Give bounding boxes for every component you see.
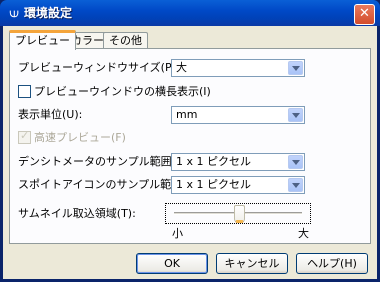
preview-tab-panel: プレビューウィンドウサイズ(P): 大 プレビューウインドウの横長表示(I) 表…: [9, 48, 371, 244]
fast-preview-checkbox[interactable]: [18, 129, 31, 144]
chevron-down-icon[interactable]: [288, 61, 303, 75]
eyedropper-select[interactable]: 1 x 1 ピクセル: [171, 176, 305, 194]
chevron-down-icon[interactable]: [288, 178, 303, 192]
densitometer-label: デンシトメータのサンプル範囲(D):: [18, 155, 193, 168]
landscape-checkbox[interactable]: [18, 85, 31, 98]
display-unit-select[interactable]: mm: [171, 106, 305, 124]
tab-preview[interactable]: プレビュー: [9, 30, 76, 50]
window-title: 環境設定: [24, 6, 73, 20]
slider-min-label: 小: [172, 227, 183, 240]
preview-size-label: プレビューウィンドウサイズ(P):: [18, 61, 180, 74]
display-unit-label: 表示単位(U):: [18, 108, 83, 121]
thumbnail-area-label: サムネイル取込領域(T):: [18, 207, 136, 220]
dialog-body: プレビュー カラー その他 プレビューウィンドウサイズ(P): 大 プレビューウ…: [3, 26, 377, 279]
densitometer-select[interactable]: 1 x 1 ピクセル: [171, 153, 305, 171]
densitometer-value: 1 x 1 ピクセル: [176, 155, 251, 168]
title-bar[interactable]: ⟒ 環境設定 ✕: [0, 0, 380, 26]
slider-max-label: 大: [298, 227, 309, 240]
eyedropper-value: 1 x 1 ピクセル: [176, 178, 251, 191]
chevron-down-icon[interactable]: [288, 155, 303, 169]
chevron-down-icon[interactable]: [288, 108, 303, 122]
fast-preview-label: 高速プレビュー(F): [34, 131, 126, 144]
preview-size-value: 大: [176, 61, 187, 74]
display-unit-value: mm: [176, 108, 198, 121]
settings-dialog: ⟒ 環境設定 ✕ プレビュー カラー その他 プレビューウィンドウサイズ(P):…: [0, 0, 380, 282]
thumbnail-slider-thumb[interactable]: [234, 205, 245, 223]
close-button[interactable]: ✕: [354, 4, 375, 25]
app-icon: ⟒: [9, 5, 19, 21]
landscape-checkbox-label[interactable]: プレビューウインドウの横長表示(I): [34, 85, 211, 99]
preview-size-select[interactable]: 大: [171, 59, 305, 77]
cancel-button[interactable]: キャンセル: [216, 253, 288, 274]
ok-button[interactable]: OK: [136, 253, 208, 274]
help-button[interactable]: ヘルプ(H): [296, 253, 368, 274]
tab-other[interactable]: その他: [103, 32, 148, 49]
